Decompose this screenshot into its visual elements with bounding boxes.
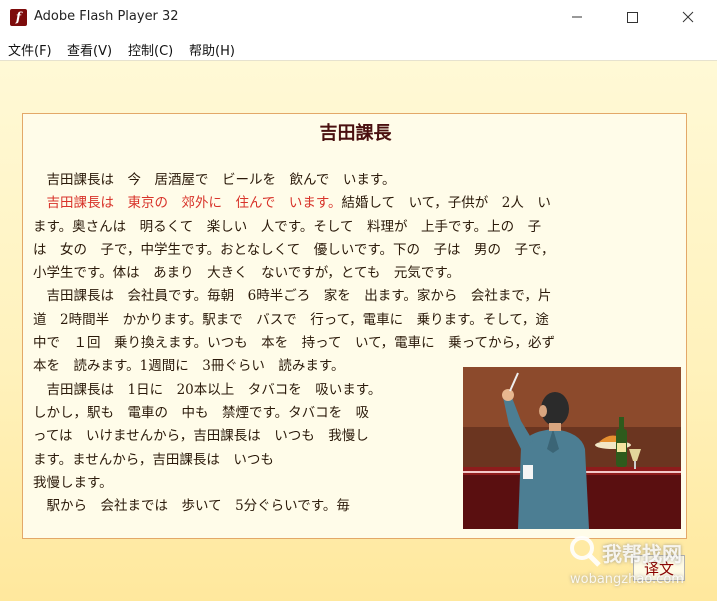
menu-bar: 文件(F) 查看(V) 控制(C) 帮助(H) — [0, 36, 717, 61]
izakaya-illustration — [463, 367, 681, 529]
watermark-url: wobangzhao.com — [570, 572, 684, 587]
close-button[interactable] — [664, 0, 710, 34]
menu-control[interactable]: 控制(C) — [128, 40, 173, 59]
text-line: は 女の 子で，中学生です。おとなしくて 優しいです。下の 子は 男の 子で， — [33, 241, 555, 258]
text-line: 吉田課長は 会社員です。毎朝 6時半ごろ 家を 出ます。家から 会社まで，片 — [33, 288, 552, 305]
text-line: 吉田課長は 東京の 郊外に 住んで います。結婚して いて，子供が 2人 い — [46, 195, 551, 212]
maximize-button[interactable] — [609, 0, 655, 34]
watermark-text: 我帮找网 — [602, 542, 682, 566]
text-line: 吉田課長は 今 居酒屋で ビールを 飲んで います。 — [33, 172, 396, 188]
title-bar: f Adobe Flash Player 32 — [0, 0, 717, 36]
window-title: Adobe Flash Player 32 — [34, 9, 179, 24]
minimize-icon — [572, 16, 582, 18]
maximize-icon — [627, 12, 638, 23]
highlighted-sentence: 吉田課長は 東京の 郊外に 住んで います。 — [46, 195, 342, 212]
text-line: 中で １回 乗り換えます。いつも 本を 持って いて，電車に 乗ってから，必ず — [33, 335, 556, 352]
close-icon — [682, 11, 694, 23]
text-line: ます。奥さんは 明るくて 楽しい 人です。そして 料理が 上手です。上の 子 — [33, 218, 542, 235]
minimize-button[interactable] — [554, 0, 600, 34]
watermark: 我帮找网 wobangzhao.com — [566, 532, 716, 596]
text-line: 道 2時間半 かかります。駅まで バスで 行って，電車に 乗ります。そして，途 — [33, 311, 549, 328]
text-line: っては いけませんから，吉田課長は いつも 我慢し — [33, 428, 369, 445]
menu-help[interactable]: 帮助(H) — [189, 40, 235, 59]
flash-player-icon: f — [10, 9, 27, 26]
text-line: 本を 読みます。1週間に 3冊ぐらい 読みます。 — [33, 358, 345, 375]
lesson-card: 吉田課長 吉田課長は 今 居酒屋で ビールを 飲んで います。 吉田課長は 東京… — [22, 113, 687, 539]
text-line: 駅から 会社までは 歩いて 5分ぐらいです。毎 — [33, 498, 350, 515]
flash-stage: 吉田課長 吉田課長は 今 居酒屋で ビールを 飲んで います。 吉田課長は 東京… — [0, 61, 717, 601]
menu-view[interactable]: 查看(V) — [67, 40, 112, 59]
text-line: ます。ませんから，吉田課長は いつも — [33, 451, 274, 468]
text-line: 我慢します。 — [33, 474, 113, 491]
text-line: しかし，駅も 電車の 中も 禁煙です。タバコを 吸 — [33, 404, 370, 421]
menu-file[interactable]: 文件(F) — [8, 40, 52, 59]
text-line: 小学生です。体は あまり 大きく ないですが，とても 元気です。 — [33, 265, 461, 282]
lesson-title: 吉田課長 — [319, 123, 392, 144]
text-line: 吉田課長は 1日に 20本以上 タバコを 吸います。 — [33, 381, 382, 398]
magnifier-icon — [570, 536, 601, 567]
